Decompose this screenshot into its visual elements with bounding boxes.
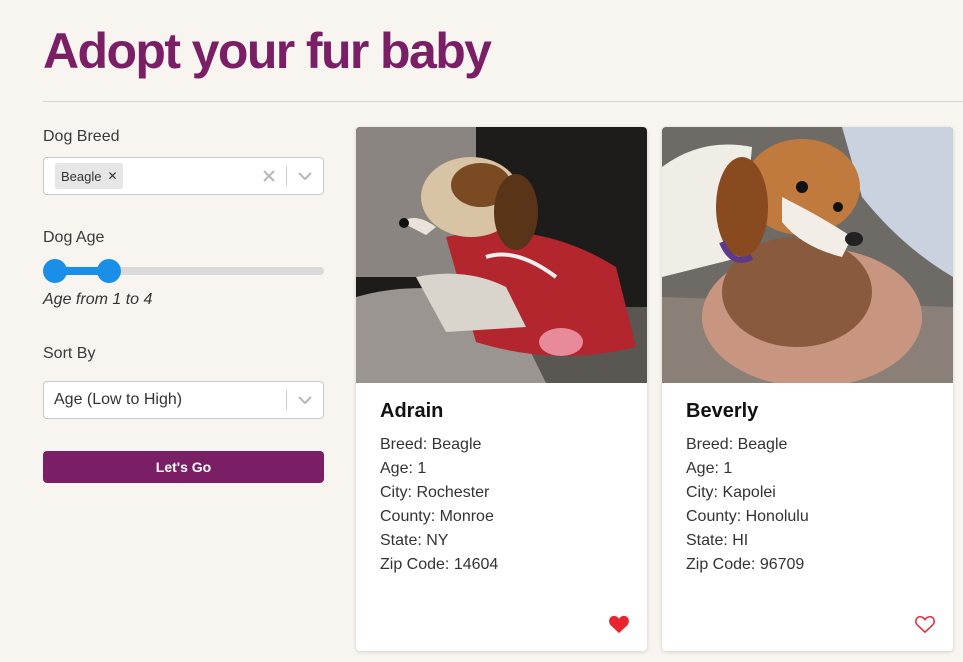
- adoption-page: Adopt your fur baby Dog Breed Beagle ✕ D…: [0, 0, 963, 662]
- dog-state: State: NY: [380, 532, 449, 549]
- dog-card-body: Adrain Breed: Beagle Age: 1 City: Roches…: [380, 400, 498, 577]
- dog-card[interactable]: Adrain Breed: Beagle Age: 1 City: Roches…: [356, 127, 647, 651]
- sort-select-controls: [286, 382, 323, 418]
- chevron-down-icon[interactable]: [287, 158, 323, 194]
- slider-min-thumb[interactable]: [43, 259, 67, 283]
- sort-label: Sort By: [43, 345, 96, 362]
- dog-card[interactable]: Beverly Breed: Beagle Age: 1 City: Kapol…: [662, 127, 953, 651]
- dog-state: State: HI: [686, 532, 749, 549]
- breed-label: Dog Breed: [43, 128, 120, 145]
- dog-name: Adrain: [380, 400, 444, 422]
- dog-zip: Zip Code: 14604: [380, 556, 499, 573]
- dog-city: City: Rochester: [380, 484, 490, 501]
- slider-max-thumb[interactable]: [97, 259, 121, 283]
- favorite-heart-icon[interactable]: [914, 614, 936, 634]
- page-title: Adopt your fur baby: [43, 23, 492, 79]
- chevron-down-icon[interactable]: [287, 382, 323, 418]
- dog-photo: [356, 127, 647, 383]
- sort-value: Age (Low to High): [54, 391, 183, 408]
- dog-city: City: Kapolei: [686, 484, 776, 501]
- lets-go-button[interactable]: Let's Go: [43, 451, 324, 483]
- sort-select[interactable]: Age (Low to High): [43, 381, 324, 419]
- dog-age: Age: 1: [380, 460, 427, 477]
- breed-chip-label: Beagle: [61, 168, 102, 184]
- age-caption: Age from 1 to 4: [43, 291, 153, 308]
- breed-select[interactable]: Beagle ✕: [43, 157, 324, 195]
- age-label: Dog Age: [43, 229, 105, 246]
- breed-chip: Beagle ✕: [55, 163, 124, 189]
- dog-breed: Breed: Beagle: [380, 436, 482, 453]
- dog-county: County: Honolulu: [686, 508, 809, 525]
- dog-name: Beverly: [686, 400, 759, 422]
- clear-icon[interactable]: [252, 158, 286, 194]
- header-divider: [43, 101, 963, 102]
- dog-zip: Zip Code: 96709: [686, 556, 805, 573]
- dog-card-body: Beverly Breed: Beagle Age: 1 City: Kapol…: [686, 400, 809, 577]
- remove-breed-icon[interactable]: ✕: [101, 163, 123, 189]
- dog-county: County: Monroe: [380, 508, 494, 525]
- age-range-slider[interactable]: [43, 257, 324, 283]
- dog-age: Age: 1: [686, 460, 733, 477]
- filter-sidebar: Dog Breed Beagle ✕ Dog Age Age from 1 to…: [43, 128, 324, 483]
- dog-breed: Breed: Beagle: [686, 436, 788, 453]
- favorite-heart-icon[interactable]: [608, 614, 630, 634]
- breed-select-controls: [252, 158, 323, 194]
- dog-photo: [662, 127, 953, 383]
